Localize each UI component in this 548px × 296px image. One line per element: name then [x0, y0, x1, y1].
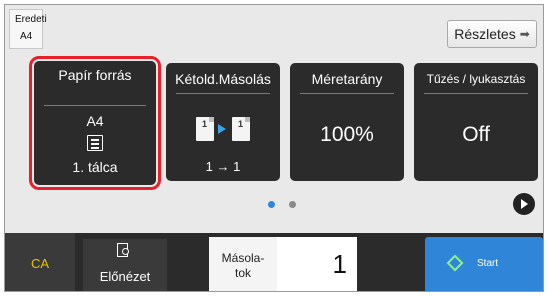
divider: [44, 105, 146, 106]
copies-label: Másola- tok: [209, 237, 277, 291]
ratio-value: 100%: [320, 123, 374, 146]
start-button[interactable]: Start: [425, 237, 543, 291]
divider: [176, 93, 270, 94]
duplex-mode: 1 → 1: [205, 159, 241, 174]
details-button[interactable]: Részletes ➡: [447, 20, 537, 48]
clear-all-button[interactable]: CA: [5, 233, 75, 291]
copy-screen: Eredeti A4 Részletes ➡ Papír forrás A4 1…: [4, 4, 544, 292]
page-indicator-dot-active: [268, 201, 275, 208]
start-label: Start: [477, 258, 499, 269]
divider: [424, 93, 528, 94]
ratio-title: Méretarány: [311, 71, 383, 87]
paper-source-title: Papír forrás: [58, 67, 132, 83]
preview-button[interactable]: Előnézet: [83, 239, 167, 291]
duplex-icon: 1 1: [196, 117, 252, 145]
copies-label-line1: Másola-: [221, 251, 265, 265]
duplex-tile[interactable]: Kétold.Másolás 1 1 1 → 1: [166, 63, 280, 181]
staple-value: Off: [462, 123, 490, 146]
duplex-title: Kétold.Másolás: [175, 71, 271, 87]
page-indicator-dot[interactable]: [289, 201, 296, 208]
details-button-label: Részletes: [454, 26, 516, 42]
arrow-right-icon: ➡: [519, 27, 530, 41]
paper-tray: 1. tálca: [72, 159, 118, 175]
next-page-icon[interactable]: [513, 193, 535, 215]
preview-label: Előnézet: [99, 269, 151, 284]
copies-input[interactable]: 1: [277, 237, 357, 291]
staple-title: Tűzés / lyukasztás: [426, 72, 526, 86]
preview-icon: [117, 243, 131, 259]
ratio-tile[interactable]: Méretarány 100%: [290, 63, 404, 181]
paper-tray-icon: [87, 135, 103, 151]
staple-tile[interactable]: Tűzés / lyukasztás Off: [414, 63, 538, 181]
divider: [300, 93, 394, 94]
copies-label-line2: tok: [234, 266, 251, 280]
paper-source-tile[interactable]: Papír forrás A4 1. tálca: [29, 56, 161, 190]
original-size: A4: [20, 31, 33, 42]
paper-size: A4: [86, 113, 104, 129]
start-icon: [446, 254, 464, 272]
original-title: Eredeti: [15, 14, 47, 25]
bottom-bar: CA Előnézet Másola- tok 1 Start: [5, 233, 543, 291]
